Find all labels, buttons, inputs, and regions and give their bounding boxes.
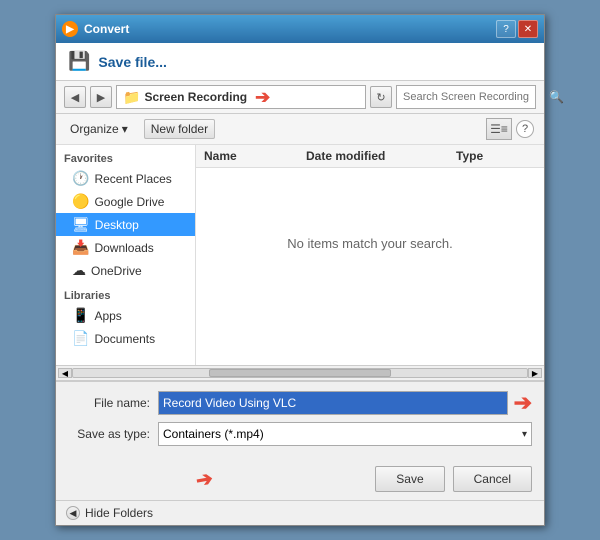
savetype-label: Save as type: — [68, 427, 158, 441]
new-folder-button[interactable]: New folder — [144, 119, 215, 139]
help-title-button[interactable]: ? — [496, 20, 516, 38]
sidebar-label-desktop: Desktop — [95, 218, 139, 232]
save-button[interactable]: Save — [375, 466, 444, 492]
sidebar-label-downloads: Downloads — [94, 241, 153, 255]
nav-bar: ◀ ▶ 📁 Screen Recording ➔ ↻ 🔍 — [56, 81, 544, 114]
sidebar-item-apps[interactable]: 📱 Apps — [56, 304, 195, 327]
scrollbar-thumb[interactable] — [209, 369, 391, 377]
organize-button[interactable]: Organize ▾ — [66, 120, 132, 138]
convert-window: ▶ Convert ? ✕ 💾 Save file... ◀ ▶ 📁 Scree… — [55, 14, 545, 526]
sidebar-item-downloads[interactable]: 📥 Downloads — [56, 236, 195, 259]
organize-chevron: ▾ — [122, 122, 128, 136]
main-content: Favorites 🕐 Recent Places 🟡 Google Drive… — [56, 145, 544, 365]
cancel-button[interactable]: Cancel — [453, 466, 532, 492]
toolbar-left: Organize ▾ New folder — [66, 119, 215, 139]
folder-icon: 📁 — [123, 89, 140, 106]
sidebar: Favorites 🕐 Recent Places 🟡 Google Drive… — [56, 145, 196, 365]
filename-label: File name: — [68, 396, 158, 410]
close-button[interactable]: ✕ — [518, 20, 538, 38]
organize-label: Organize — [70, 122, 119, 136]
file-header: Name Date modified Type — [196, 145, 544, 168]
hide-folders-bar[interactable]: ◀ Hide Folders — [56, 500, 544, 525]
back-button[interactable]: ◀ — [64, 86, 86, 108]
search-input[interactable] — [403, 91, 545, 103]
save-arrow: ➔ — [194, 465, 215, 493]
savetype-row: Save as type: Containers (*.mp4) ▾ — [68, 422, 532, 446]
favorites-section: Favorites 🕐 Recent Places 🟡 Google Drive… — [56, 149, 195, 282]
chevron-left-icon[interactable]: ◀ — [66, 506, 80, 520]
breadcrumb-bar[interactable]: 📁 Screen Recording ➔ — [116, 85, 366, 109]
toolbar-right: ☰≡ ? — [486, 118, 534, 140]
sidebar-item-desktop[interactable]: 🖥 Desktop — [56, 213, 195, 236]
title-bar-left: ▶ Convert — [62, 21, 129, 37]
favorites-header: Favorites — [56, 149, 195, 167]
filename-input[interactable] — [158, 391, 508, 415]
column-type: Type — [456, 149, 536, 163]
sidebar-label-google-drive: Google Drive — [94, 195, 164, 209]
hide-folders-label: Hide Folders — [85, 506, 153, 520]
libraries-header: Libraries — [56, 286, 195, 304]
sidebar-label-onedrive: OneDrive — [91, 264, 142, 278]
vlc-icon: ▶ — [62, 21, 78, 37]
search-box[interactable]: 🔍 — [396, 85, 536, 109]
scrollbar-track[interactable] — [72, 368, 528, 378]
savetype-value: Containers (*.mp4) — [163, 427, 264, 441]
search-icon: 🔍 — [549, 90, 564, 104]
breadcrumb-text: Screen Recording — [144, 90, 247, 104]
filename-arrow: ➔ — [514, 390, 532, 416]
refresh-button[interactable]: ↻ — [370, 86, 392, 108]
filename-row: File name: ➔ — [68, 390, 532, 416]
title-bar: ▶ Convert ? ✕ — [56, 15, 544, 43]
file-area: Name Date modified Type No items match y… — [196, 145, 544, 365]
onedrive-icon: ☁ — [72, 262, 86, 279]
scrollbar-area: ◀ ▶ — [56, 365, 544, 381]
libraries-section: Libraries 📱 Apps 📄 Documents — [56, 286, 195, 350]
sidebar-item-recent-places[interactable]: 🕐 Recent Places — [56, 167, 195, 190]
dropdown-arrow: ▾ — [522, 429, 527, 440]
buttons-row: ➔ Save Cancel — [56, 460, 544, 500]
column-name: Name — [204, 149, 306, 163]
apps-icon: 📱 — [72, 307, 89, 324]
scroll-left[interactable]: ◀ — [58, 368, 72, 378]
title-buttons: ? ✕ — [496, 20, 538, 38]
toolbar: Organize ▾ New folder ☰≡ ? — [56, 114, 544, 145]
scroll-right[interactable]: ▶ — [528, 368, 542, 378]
window-title: Convert — [84, 22, 129, 36]
save-icon: 💾 — [68, 51, 90, 72]
save-header: 💾 Save file... — [56, 43, 544, 81]
sidebar-item-google-drive[interactable]: 🟡 Google Drive — [56, 190, 195, 213]
bottom-form: File name: ➔ Save as type: Containers (*… — [56, 381, 544, 460]
google-drive-icon: 🟡 — [72, 193, 89, 210]
recent-places-icon: 🕐 — [72, 170, 89, 187]
forward-button[interactable]: ▶ — [90, 86, 112, 108]
sidebar-label-documents: Documents — [94, 332, 155, 346]
downloads-icon: 📥 — [72, 239, 89, 256]
help-button[interactable]: ? — [516, 120, 534, 138]
sidebar-label-apps: Apps — [94, 309, 121, 323]
savetype-dropdown[interactable]: Containers (*.mp4) ▾ — [158, 422, 532, 446]
column-date: Date modified — [306, 149, 456, 163]
documents-icon: 📄 — [72, 330, 89, 347]
sidebar-item-documents[interactable]: 📄 Documents — [56, 327, 195, 350]
empty-message: No items match your search. — [196, 168, 544, 318]
breadcrumb-arrow: ➔ — [255, 87, 270, 108]
view-button[interactable]: ☰≡ — [486, 118, 512, 140]
sidebar-label-recent-places: Recent Places — [94, 172, 171, 186]
save-title: Save file... — [98, 54, 166, 70]
desktop-icon: 🖥 — [72, 216, 90, 233]
sidebar-item-onedrive[interactable]: ☁ OneDrive — [56, 259, 195, 282]
